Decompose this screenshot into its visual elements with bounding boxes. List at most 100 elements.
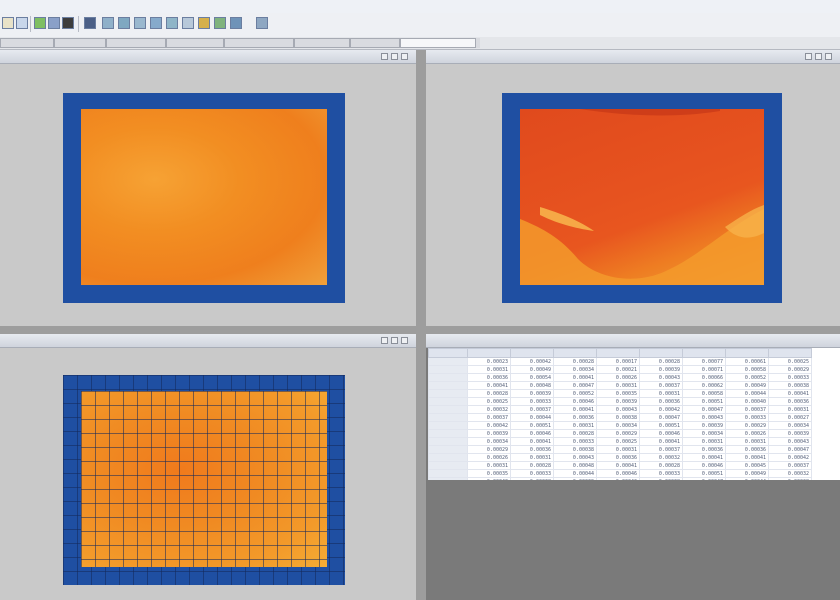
stop-icon[interactable] — [62, 17, 74, 29]
table-row[interactable]: 0.00026 0.00031 0.00043 0.00036 0.00032 0.000… — [428, 453, 812, 462]
maximize-icon[interactable] — [391, 337, 398, 344]
table-row[interactable]: 0.00041 0.00048 0.00047 0.00031 0.00037 0.000… — [428, 381, 812, 390]
vertical-splitter[interactable] — [416, 50, 426, 600]
table-cell: 0.00047 — [639, 413, 683, 422]
table-row[interactable]: 0.00028 0.00039 0.00052 0.00035 0.00031 0.000… — [428, 389, 812, 398]
table-row[interactable]: 0.00042 0.00051 0.00031 0.00034 0.00051 0.000… — [428, 421, 812, 430]
document-tabs — [0, 37, 840, 50]
column-header[interactable] — [510, 348, 554, 358]
tab-7[interactable] — [350, 38, 400, 48]
close-icon[interactable] — [825, 53, 832, 60]
table-cell: 0.00025 — [467, 397, 511, 406]
results-table-container[interactable]: 0.00023 0.00042 0.00028 0.00017 0.00028 0.000… — [428, 348, 840, 480]
table-cell: 0.00031 — [510, 453, 554, 462]
column-header[interactable] — [428, 348, 468, 358]
palette-icon[interactable] — [198, 17, 210, 29]
table-cell: 0.00042 — [639, 405, 683, 414]
table-cell: 0.00031 — [768, 405, 812, 414]
column-header[interactable] — [596, 348, 640, 358]
pane-title-bar — [0, 334, 416, 348]
column-header[interactable] — [467, 348, 511, 358]
tab-8[interactable] — [400, 38, 476, 48]
table-row[interactable]: 0.00025 0.00033 0.00046 0.00039 0.00036 0.000… — [428, 397, 812, 406]
column-header[interactable] — [639, 348, 683, 358]
maximize-icon[interactable] — [815, 53, 822, 60]
contour-map-frame[interactable] — [502, 93, 782, 303]
tab-4[interactable] — [166, 38, 224, 48]
tab-5[interactable] — [224, 38, 294, 48]
column-header[interactable] — [553, 348, 597, 358]
mesh-icon[interactable] — [118, 17, 130, 29]
table-cell: 0.00031 — [596, 381, 640, 390]
minimize-icon[interactable] — [381, 53, 388, 60]
table-cell: 0.00047 — [682, 405, 726, 414]
column-header[interactable] — [768, 348, 812, 358]
table-cell: 0.00066 — [682, 373, 726, 382]
document-icon[interactable] — [182, 17, 194, 29]
table-cell: 0.00028 — [553, 429, 597, 438]
table-cell: 0.00037 — [639, 445, 683, 454]
table-cell: 0.00041 — [682, 453, 726, 462]
table-cell: 0.00051 — [682, 469, 726, 478]
table-row[interactable]: 0.00035 0.00033 0.00044 0.00046 0.00033 0.000… — [428, 469, 812, 478]
table-cell: 0.00025 — [768, 357, 812, 366]
minimize-icon[interactable] — [381, 337, 388, 344]
contour-bands — [520, 109, 764, 285]
table-cell: 0.00026 — [596, 373, 640, 382]
step-icon[interactable] — [48, 17, 60, 29]
column-header[interactable] — [725, 348, 769, 358]
close-icon[interactable] — [401, 53, 408, 60]
calculator-icon[interactable] — [84, 17, 96, 29]
table-cell: 0.00052 — [553, 389, 597, 398]
contour-map-frame[interactable] — [63, 93, 345, 303]
tab-10[interactable] — [476, 38, 480, 48]
row-header-cell — [428, 381, 468, 390]
table-cell: 0.00041 — [768, 389, 812, 398]
tab-6[interactable] — [294, 38, 350, 48]
layers-icon[interactable] — [134, 17, 146, 29]
table-row[interactable]: 0.00036 0.00054 0.00041 0.00026 0.00043 0.000… — [428, 373, 812, 382]
save-icon[interactable] — [16, 17, 28, 29]
image-icon[interactable] — [214, 17, 226, 29]
table-cell: 0.00026 — [467, 453, 511, 462]
mesh-map-frame[interactable] — [63, 375, 345, 585]
table-cell: 0.00031 — [725, 437, 769, 446]
table-cell: 0.00049 — [510, 365, 554, 374]
table-row[interactable]: 0.00039 0.00046 0.00028 0.00029 0.00046 0.000… — [428, 429, 812, 438]
maximize-icon[interactable] — [391, 53, 398, 60]
table-icon[interactable] — [166, 17, 178, 29]
tab-2[interactable] — [54, 38, 106, 48]
table-row[interactable]: 0.00032 0.00037 0.00041 0.00043 0.00042 0.000… — [428, 405, 812, 414]
row-header-cell — [428, 421, 468, 430]
settings-icon[interactable] — [256, 17, 268, 29]
horizontal-splitter[interactable] — [0, 326, 840, 334]
table-empty-area — [428, 480, 840, 600]
table-row[interactable]: 0.00031 0.00028 0.00048 0.00041 0.00028 0.000… — [428, 461, 812, 470]
table-cell: 0.00035 — [467, 469, 511, 478]
table-row[interactable]: 0.00031 0.00049 0.00034 0.00021 0.00039 0.000… — [428, 365, 812, 374]
table-cell: 0.00034 — [596, 421, 640, 430]
tab-3[interactable] — [106, 38, 166, 48]
table-cell: 0.00034 — [467, 437, 511, 446]
table-row[interactable]: 0.00029 0.00036 0.00038 0.00031 0.00037 0.000… — [428, 445, 812, 454]
table-cell: 0.00048 — [553, 461, 597, 470]
minimize-icon[interactable] — [805, 53, 812, 60]
export-icon[interactable] — [230, 17, 242, 29]
run-icon[interactable] — [34, 17, 46, 29]
table-cell: 0.00033 — [768, 373, 812, 382]
table-row[interactable]: 0.00037 0.00044 0.00036 0.00038 0.00047 0.000… — [428, 413, 812, 422]
table-row[interactable]: 0.00034 0.00041 0.00033 0.00025 0.00041 0.000… — [428, 437, 812, 446]
column-header[interactable] — [682, 348, 726, 358]
table-cell: 0.00036 — [768, 397, 812, 406]
chart-icon[interactable] — [150, 17, 162, 29]
row-header-cell — [428, 445, 468, 454]
close-icon[interactable] — [401, 337, 408, 344]
table-cell: 0.00045 — [725, 461, 769, 470]
grid-icon[interactable] — [102, 17, 114, 29]
table-row[interactable]: 0.00023 0.00042 0.00028 0.00017 0.00028 0.000… — [428, 357, 812, 366]
table-cell: 0.00034 — [682, 429, 726, 438]
tab-1[interactable] — [0, 38, 54, 48]
new-file-icon[interactable] — [2, 17, 14, 29]
table-cell: 0.00044 — [553, 469, 597, 478]
table-cell: 0.00042 — [510, 357, 554, 366]
